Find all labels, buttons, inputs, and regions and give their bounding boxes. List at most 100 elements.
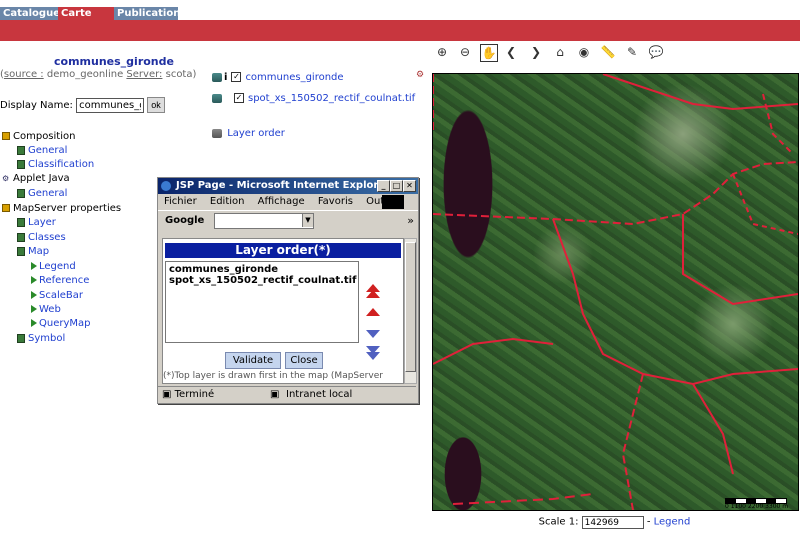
display-name-input[interactable]: [76, 98, 145, 113]
tab-catalogue[interactable]: Catalogue: [0, 7, 60, 20]
tree-item-legend[interactable]: Legend: [31, 261, 76, 272]
doc-icon: [17, 217, 25, 227]
forward-icon[interactable]: ❯: [528, 44, 544, 60]
status-bar: ▣ Terminé ▣ Intranet local: [158, 386, 416, 402]
menu-fichier[interactable]: Fichier: [164, 196, 197, 207]
google-logo[interactable]: Google: [165, 215, 204, 226]
source-info: (source : demo_geonline Server: scota): [0, 69, 197, 80]
tree-item-reference[interactable]: Reference: [31, 275, 89, 286]
layer-checkbox[interactable]: ✓: [234, 93, 244, 103]
tree-item-general[interactable]: General: [17, 145, 67, 156]
layer-order-list[interactable]: communes_gironde spot_xs_150502_rectif_c…: [165, 261, 359, 343]
close-window-button[interactable]: ✕: [403, 180, 416, 192]
menu-edition[interactable]: Edition: [210, 196, 245, 207]
tab-publication[interactable]: Publication: [114, 7, 180, 20]
minimize-button[interactable]: _: [377, 180, 390, 192]
tree-item-classes[interactable]: Classes: [17, 232, 66, 243]
tab-carte[interactable]: Carte: [58, 7, 114, 20]
source-link[interactable]: source :: [4, 69, 44, 80]
menu-affichage[interactable]: Affichage: [258, 196, 305, 207]
ok-button[interactable]: ok: [147, 97, 165, 113]
scalebar-link[interactable]: ScaleBar: [39, 290, 83, 301]
info-bubble-icon[interactable]: 💬: [648, 44, 664, 60]
source-value: demo_geonline: [46, 69, 124, 80]
popup-titlebar[interactable]: JSP Page - Microsoft Internet Explorer _…: [158, 178, 418, 194]
back-icon[interactable]: ❮: [503, 44, 519, 60]
legend-link[interactable]: Legend: [39, 261, 76, 272]
google-dropdown[interactable]: ▼: [302, 214, 313, 227]
tool-icon[interactable]: ⚙: [416, 70, 426, 80]
google-search-input[interactable]: [214, 213, 314, 229]
layer-checkbox[interactable]: ✓: [231, 72, 242, 82]
move-down-icon[interactable]: [366, 330, 380, 338]
ruler-icon[interactable]: 📏: [600, 44, 616, 60]
doc-icon: [17, 188, 25, 198]
doc-icon: [17, 159, 25, 169]
reference-link[interactable]: Reference: [39, 275, 89, 286]
tree-item-symbol[interactable]: Symbol: [17, 333, 65, 344]
symbol-link[interactable]: Symbol: [28, 333, 65, 344]
tree-item-applet[interactable]: ⚙ Applet Java: [2, 173, 70, 184]
ie-icon: [161, 181, 171, 191]
list-item[interactable]: spot_xs_150502_rectif_coulnat.tif: [169, 275, 356, 286]
popup-content: Layer order(*) communes_gironde spot_xs_…: [162, 238, 404, 384]
layer-row: ✓ spot_xs_150502_rectif_coulnat.tif: [212, 93, 415, 104]
popup-window: JSP Page - Microsoft Internet Explorer _…: [157, 177, 419, 404]
classification-link[interactable]: Classification: [28, 159, 94, 170]
layer-link[interactable]: Layer: [28, 217, 56, 228]
layer-link[interactable]: spot_xs_150502_rectif_coulnat.tif: [248, 93, 415, 104]
expand-icon: [2, 132, 10, 140]
info-icon[interactable]: i: [224, 72, 227, 83]
legend-link[interactable]: Legend: [654, 517, 691, 528]
popup-scrollbar[interactable]: [404, 238, 417, 384]
zoom-out-icon[interactable]: ⊖: [457, 44, 473, 60]
toolbar-more[interactable]: »: [407, 214, 414, 227]
applet-general-link[interactable]: General: [28, 188, 67, 199]
layer-link[interactable]: communes_gironde: [245, 72, 343, 83]
doc-icon: [17, 246, 25, 256]
tree-item-composition[interactable]: Composition: [2, 131, 75, 142]
menu-favoris[interactable]: Favoris: [318, 196, 353, 207]
pan-icon[interactable]: ✋: [480, 44, 498, 62]
classes-link[interactable]: Classes: [28, 232, 66, 243]
tree-item-scalebar[interactable]: ScaleBar: [31, 290, 83, 301]
arrow-icon: [31, 305, 37, 313]
globe-icon[interactable]: ◉: [576, 44, 592, 60]
windows-logo: [382, 195, 404, 209]
server-link[interactable]: Server:: [126, 69, 162, 80]
map-link[interactable]: Map: [28, 246, 49, 257]
intranet-icon: ▣: [270, 389, 280, 400]
tree-label: Applet Java: [13, 173, 70, 184]
maximize-button[interactable]: □: [390, 180, 403, 192]
separator: -: [646, 516, 651, 528]
status-right: Intranet local: [286, 389, 353, 400]
tree-item-layer[interactable]: Layer: [17, 217, 56, 228]
validate-button[interactable]: Validate: [225, 352, 281, 369]
home-icon[interactable]: ⌂: [552, 44, 568, 60]
tree-item-classification[interactable]: Classification: [17, 159, 94, 170]
query-icon[interactable]: ✎: [624, 44, 640, 60]
tree-item-map[interactable]: Map: [17, 246, 49, 257]
scroll-thumb[interactable]: [405, 242, 416, 372]
web-link[interactable]: Web: [39, 304, 61, 315]
page-icon: ▣: [162, 389, 172, 400]
querymap-link[interactable]: QueryMap: [39, 318, 91, 329]
tree-label: Composition: [13, 131, 76, 142]
layer-order-link[interactable]: Layer order: [227, 128, 285, 139]
arrow-icon: [31, 319, 37, 327]
popup-title-text: JSP Page - Microsoft Internet Explorer: [176, 180, 391, 191]
scale-input[interactable]: [581, 516, 644, 529]
tree-item-querymap[interactable]: QueryMap: [31, 318, 91, 329]
tree-item-web[interactable]: Web: [31, 304, 61, 315]
footnote: (*)Top layer is drawn first in the map (…: [163, 371, 383, 381]
map-canvas[interactable]: 0 1100 2200 3300 m: [432, 73, 799, 511]
list-item[interactable]: communes_gironde: [169, 264, 355, 275]
status-left: Terminé: [174, 389, 215, 400]
layer-title: communes_gironde: [54, 55, 174, 68]
move-up-icon[interactable]: [366, 308, 380, 316]
tree-item-applet-general[interactable]: General: [17, 188, 67, 199]
general-link[interactable]: General: [28, 145, 67, 156]
zoom-in-icon[interactable]: ⊕: [434, 44, 450, 60]
tree-item-mapserver[interactable]: MapServer properties: [2, 203, 121, 214]
close-button[interactable]: Close: [285, 352, 323, 369]
